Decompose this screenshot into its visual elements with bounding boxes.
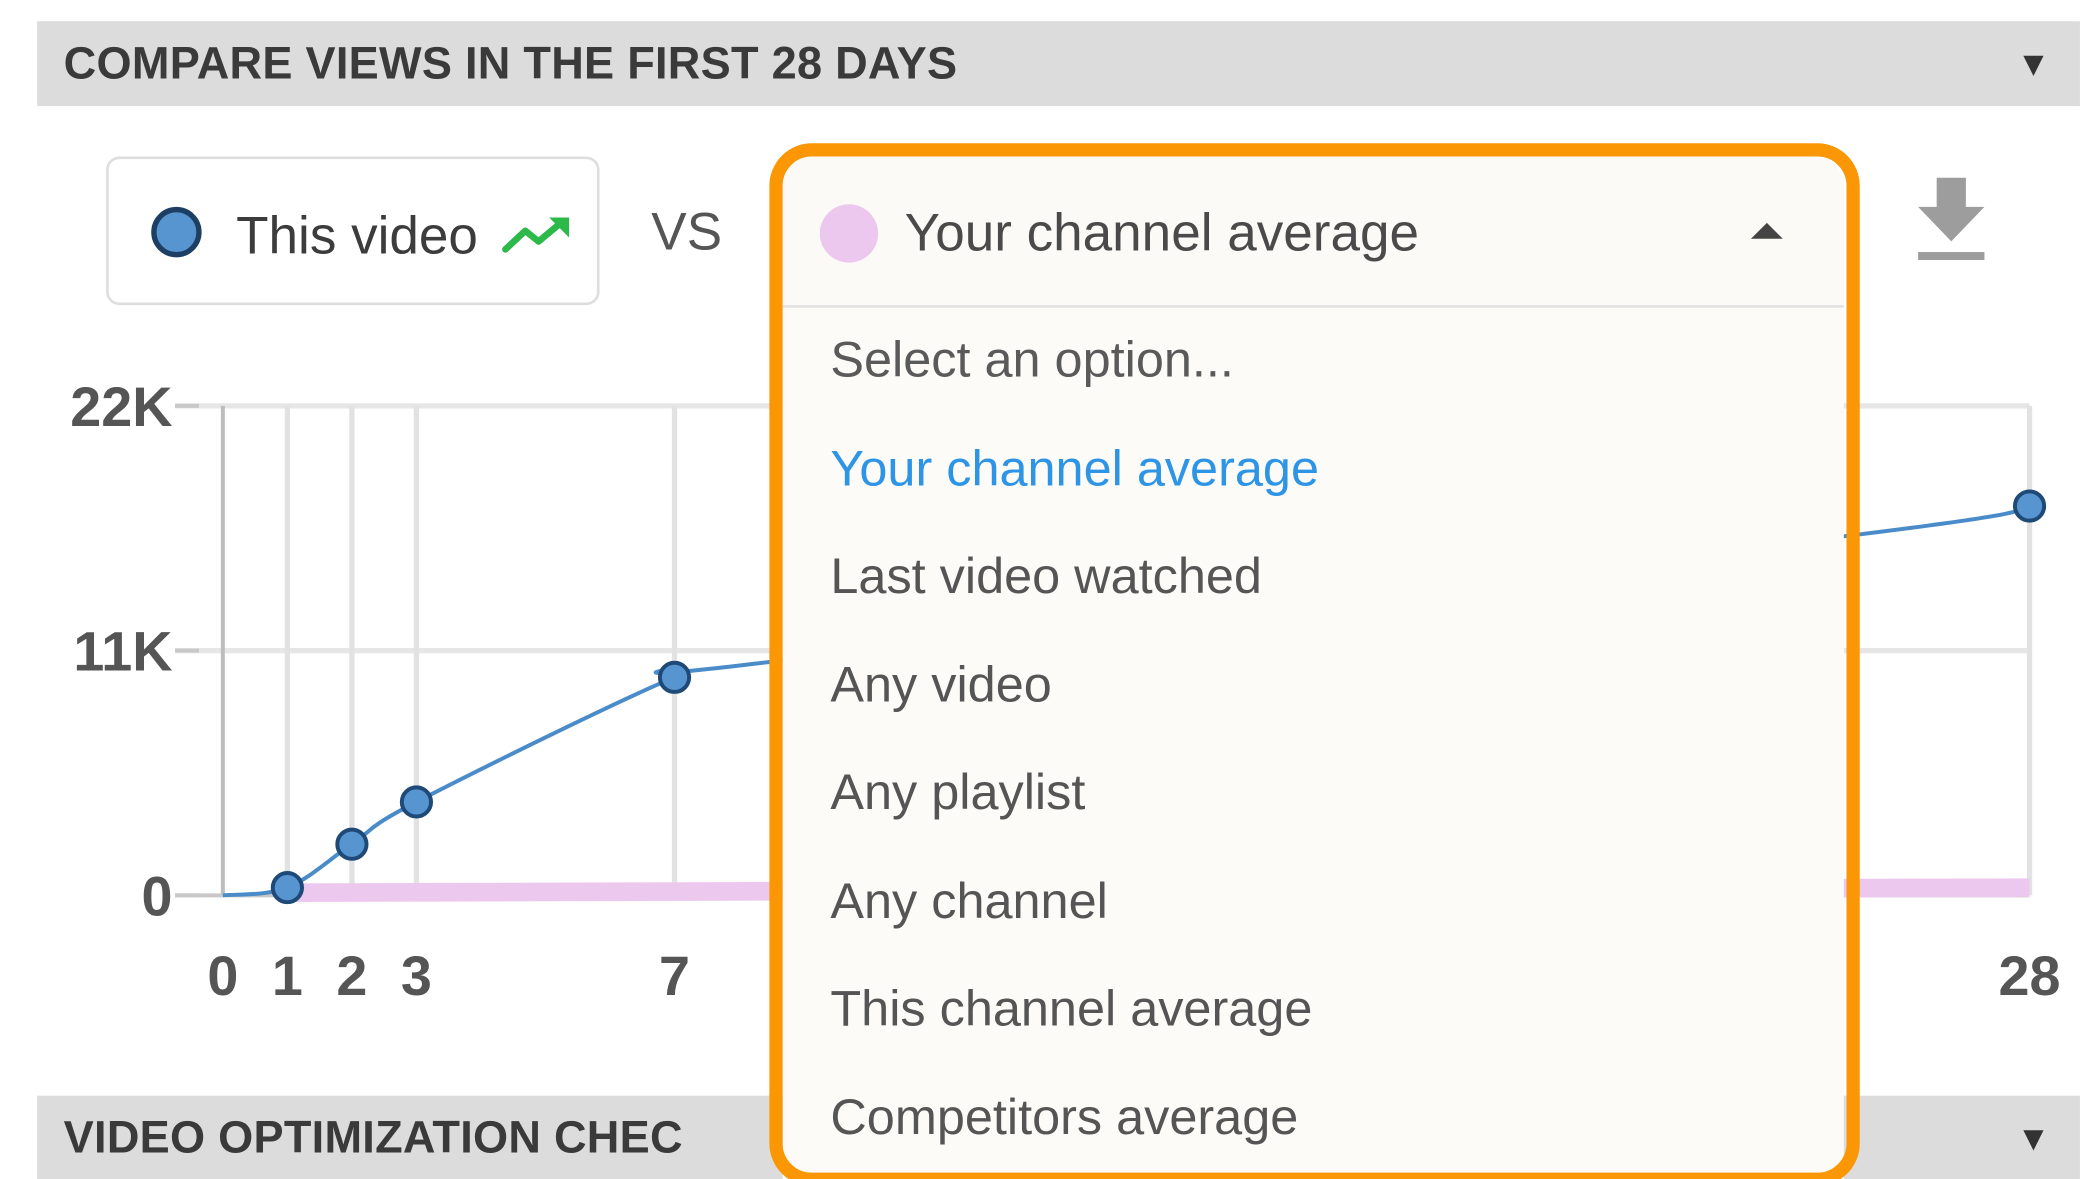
- video-optimization-title: VIDEO OPTIMIZATION CHEC: [63, 1112, 683, 1164]
- y-tick-label: 0: [141, 865, 172, 927]
- dropdown-option[interactable]: Last video watched: [830, 548, 1262, 606]
- caret-up-icon[interactable]: [1750, 222, 1783, 239]
- x-tick-label: 28: [1999, 945, 2061, 1007]
- data-point-marker: [399, 785, 434, 819]
- dropdown-option[interactable]: Any playlist: [830, 764, 1085, 822]
- x-tick-label: 3: [401, 945, 432, 1007]
- compare-select[interactable]: Your channel average: [782, 156, 1844, 308]
- x-tick-label: 2: [336, 945, 367, 1007]
- x-tick-label: 7: [659, 945, 690, 1007]
- x-tick-label: 0: [207, 945, 238, 1007]
- compare-dropdown[interactable]: Your channel average Select an option...…: [782, 156, 1844, 1179]
- series-color-dot: [819, 204, 879, 263]
- y-tick-label: 11K: [73, 621, 172, 683]
- data-point-marker: [270, 871, 304, 905]
- dropdown-option[interactable]: Your channel average: [830, 440, 1319, 498]
- dropdown-option[interactable]: Any channel: [830, 872, 1107, 930]
- dropdown-option[interactable]: Any video: [830, 656, 1051, 714]
- dropdown-placeholder[interactable]: Select an option...: [830, 332, 1234, 390]
- x-tick-label: 1: [272, 945, 303, 1007]
- selected-value: Your channel average: [904, 204, 1419, 263]
- dropdown-option[interactable]: This channel average: [830, 980, 1312, 1038]
- caret-down-icon[interactable]: ▼: [2016, 1096, 2050, 1179]
- data-point-marker: [335, 827, 369, 861]
- data-point-marker: [657, 660, 692, 694]
- data-point-marker: [2012, 489, 2047, 523]
- stage: COMPARE VIEWS IN THE FIRST 28 DAYS ▼ Thi…: [0, 0, 2080, 1179]
- y-tick-label: 22K: [70, 376, 172, 438]
- dropdown-option[interactable]: Competitors average: [830, 1088, 1298, 1146]
